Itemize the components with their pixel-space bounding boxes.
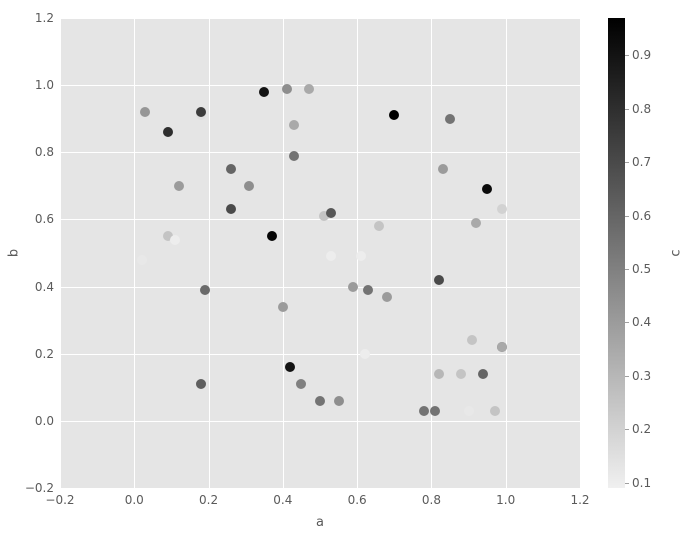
y-tick-label: 0.8 (35, 145, 54, 159)
data-point (334, 396, 344, 406)
colorbar-tick-mark (625, 269, 629, 270)
colorbar-tick-label: 0.8 (632, 102, 651, 116)
data-point (200, 285, 210, 295)
y-axis-label: b (7, 249, 22, 257)
plot-inner (60, 18, 580, 488)
x-tick-label: 0.2 (199, 493, 218, 507)
data-point (296, 379, 306, 389)
data-point (170, 235, 180, 245)
data-point (497, 342, 507, 352)
colorbar-tick-mark (625, 109, 629, 110)
colorbar-tick-mark (625, 376, 629, 377)
colorbar (608, 18, 625, 488)
data-point (464, 406, 474, 416)
grid-line (134, 18, 135, 488)
data-point (419, 406, 429, 416)
colorbar-tick-mark (625, 216, 629, 217)
data-point (278, 302, 288, 312)
data-point (363, 285, 373, 295)
colorbar-tick-mark (625, 429, 629, 430)
data-point (315, 396, 325, 406)
y-tick-label: 0.0 (35, 414, 54, 428)
data-point (289, 120, 299, 130)
colorbar-tick-mark (625, 322, 629, 323)
plot-area (60, 18, 580, 488)
data-point (348, 282, 358, 292)
x-tick-label: 0.8 (422, 493, 441, 507)
grid-line (60, 287, 580, 288)
y-tick-label: 0.6 (35, 212, 54, 226)
colorbar-tick-label: 0.3 (632, 369, 651, 383)
x-tick-label: 1.2 (570, 493, 589, 507)
data-point (374, 221, 384, 231)
chart-figure: a b c −0.2 0.0 0.2 0.4 0.6 0.8 1.0 1.2 −0.2 0.0 0.… (0, 0, 694, 557)
colorbar-tick-mark (625, 483, 629, 484)
data-point (226, 164, 236, 174)
grid-line (60, 85, 580, 86)
data-point (174, 181, 184, 191)
grid-line (60, 152, 580, 153)
grid-line (506, 18, 507, 488)
colorbar-tick-label: 0.4 (632, 315, 651, 329)
data-point (456, 369, 466, 379)
data-point (140, 107, 150, 117)
x-tick-label: 0.0 (125, 493, 144, 507)
colorbar-tick-mark (625, 162, 629, 163)
data-point (259, 87, 269, 97)
y-tick-label: 1.0 (35, 78, 54, 92)
data-point (289, 151, 299, 161)
colorbar-tick-label: 0.6 (632, 209, 651, 223)
x-tick-label: 0.4 (273, 493, 292, 507)
data-point (137, 255, 147, 265)
y-tick-label: −0.2 (25, 481, 54, 495)
data-point (226, 204, 236, 214)
y-tick-label: 1.2 (35, 11, 54, 25)
grid-line (60, 354, 580, 355)
grid-line (60, 18, 61, 488)
grid-line (60, 18, 580, 19)
x-axis-label: a (316, 515, 324, 530)
grid-line (60, 421, 580, 422)
data-point (430, 406, 440, 416)
data-point (285, 362, 295, 372)
grid-line (431, 18, 432, 488)
data-point (490, 406, 500, 416)
data-point (471, 218, 481, 228)
colorbar-tick-label: 0.2 (632, 422, 651, 436)
data-point (163, 127, 173, 137)
data-point (389, 110, 399, 120)
colorbar-tick-label: 0.1 (632, 476, 651, 490)
data-point (382, 292, 392, 302)
data-point (326, 251, 336, 261)
data-point (445, 114, 455, 124)
data-point (434, 275, 444, 285)
data-point (196, 379, 206, 389)
data-point (478, 369, 488, 379)
colorbar-tick-label: 0.7 (632, 155, 651, 169)
grid-line (209, 18, 210, 488)
data-point (282, 84, 292, 94)
colorbar-tick-mark (625, 55, 629, 56)
data-point (438, 164, 448, 174)
x-tick-label: −0.2 (45, 493, 74, 507)
data-point (434, 369, 444, 379)
colorbar-tick-label: 0.9 (632, 48, 651, 62)
colorbar-tick-label: 0.5 (632, 262, 651, 276)
data-point (244, 181, 254, 191)
data-point (360, 349, 370, 359)
colorbar-label: c (669, 249, 684, 256)
y-tick-label: 0.4 (35, 280, 54, 294)
data-point (267, 231, 277, 241)
data-point (482, 184, 492, 194)
data-point (304, 84, 314, 94)
x-tick-label: 1.0 (496, 493, 515, 507)
y-tick-label: 0.2 (35, 347, 54, 361)
data-point (326, 208, 336, 218)
x-tick-label: 0.6 (348, 493, 367, 507)
data-point (467, 335, 477, 345)
data-point (356, 251, 366, 261)
